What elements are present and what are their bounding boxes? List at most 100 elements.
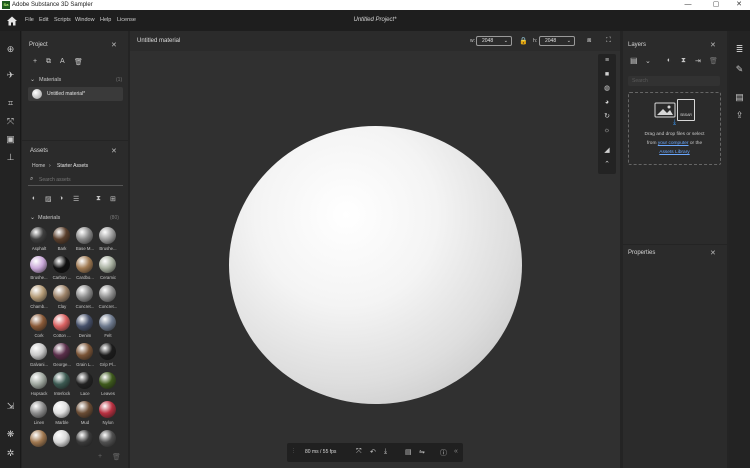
your-computer-link[interactable]: your computer <box>658 141 689 146</box>
material-tile[interactable]: Hopsack <box>28 372 50 400</box>
height-select[interactable]: 2048 ⌄ <box>539 36 575 46</box>
material-tile[interactable]: Mud <box>74 401 96 429</box>
material-tile[interactable]: Cork <box>28 314 50 342</box>
menu-icon[interactable]: ≡ <box>602 56 612 66</box>
material-tile[interactable]: Lace <box>74 372 96 400</box>
rocket-icon[interactable]: ✈ <box>5 70 16 81</box>
close-icon[interactable]: ✕ <box>710 41 716 49</box>
material-tile[interactable]: Brushe... <box>28 256 50 284</box>
material-tile[interactable]: Ceramic <box>97 256 119 284</box>
stamp-icon[interactable]: ⊥ <box>5 152 16 163</box>
split-view-icon[interactable]: ⇋ <box>419 448 425 456</box>
close-icon[interactable]: ✕ <box>111 147 117 155</box>
delete-icon[interactable]: 🗑 <box>709 57 718 65</box>
fullscreen-icon[interactable]: ⛶ <box>606 37 611 45</box>
material-tile[interactable]: Carbon ... <box>51 256 73 284</box>
plane-icon[interactable]: ◢ <box>602 146 612 156</box>
settings-icon[interactable]: ✲ <box>5 448 16 459</box>
home-icon[interactable] <box>6 15 18 27</box>
material-preview-sphere[interactable] <box>229 126 522 404</box>
filter-image-icon[interactable]: ▨ <box>45 195 52 203</box>
filter-material-icon[interactable]: ◐ <box>32 195 36 202</box>
import-icon[interactable]: ⇥ <box>695 57 701 65</box>
material-tile[interactable]: Felt <box>97 314 119 342</box>
delete-asset-icon[interactable]: 🗑 <box>112 453 121 461</box>
close-icon[interactable]: ✕ <box>710 249 716 257</box>
width-select[interactable]: 2048 ⌄ <box>476 36 512 46</box>
minimize-button[interactable]: — <box>677 0 699 10</box>
download-icon[interactable]: ⤓ <box>384 448 387 456</box>
material-tile[interactable]: Concret... <box>74 285 96 313</box>
render-icon[interactable]: ▤ <box>405 448 412 456</box>
material-tile[interactable]: Galvani... <box>28 343 50 371</box>
add-asset-icon[interactable]: + <box>98 453 102 460</box>
layer-stack-icon[interactable]: ▤ <box>630 56 638 65</box>
material-tile[interactable]: Interlock <box>51 372 73 400</box>
material-tile[interactable] <box>51 430 73 455</box>
collapse-left-icon[interactable]: « <box>454 448 458 455</box>
material-tile[interactable]: Nylon <box>97 401 119 429</box>
rotate-icon[interactable]: ↻ <box>602 112 612 122</box>
lock-icon[interactable]: 🔒 <box>519 37 528 45</box>
material-tile[interactable] <box>97 430 119 455</box>
drag-handle-icon[interactable]: ⋮ <box>291 448 296 454</box>
layers-search-input[interactable]: Search <box>628 76 720 86</box>
material-tile[interactable]: Leaves <box>97 372 119 400</box>
material-tile[interactable]: Marble <box>51 401 73 429</box>
close-icon[interactable]: ✕ <box>111 41 117 49</box>
layers-icon[interactable]: ≣ <box>734 44 745 55</box>
chevron-down-icon[interactable]: ⌄ <box>30 214 35 221</box>
close-window-button[interactable]: ✕ <box>728 0 750 10</box>
share-icon[interactable]: ⇪ <box>734 110 745 121</box>
drop-zone[interactable]: SBSAR ⤓ Drag and drop files or select fr… <box>628 92 721 165</box>
material-tile[interactable]: Clay <box>51 285 73 313</box>
info-icon[interactable]: ⓘ <box>440 448 447 458</box>
chevron-down-icon[interactable]: ⌄ <box>645 57 651 65</box>
maximize-button[interactable]: ▢ <box>705 0 727 10</box>
rename-icon[interactable]: A <box>60 58 65 65</box>
export-icon[interactable]: ⇲ <box>5 401 16 412</box>
sphere-icon[interactable]: ◕ <box>602 98 612 108</box>
menu-license[interactable]: License <box>117 17 136 23</box>
document-icon[interactable]: ▤ <box>734 92 745 103</box>
add-icon[interactable]: + <box>33 58 37 65</box>
material-tile[interactable]: Bark <box>51 227 73 255</box>
transform-icon[interactable]: ⤧ <box>5 116 16 127</box>
collapse-icon[interactable]: ⌃ <box>602 160 612 170</box>
material-tile[interactable]: Denim <box>74 314 96 342</box>
breadcrumb-home[interactable]: Home <box>32 163 45 169</box>
filter-icon[interactable]: ⧗ <box>681 57 686 65</box>
duplicate-icon[interactable]: ⧉ <box>46 58 51 66</box>
filter-options-icon[interactable]: ⧗ <box>96 195 101 203</box>
camera-icon[interactable]: ■ <box>602 70 612 80</box>
paint-icon[interactable]: ◐ <box>667 57 671 64</box>
material-tile[interactable] <box>74 430 96 455</box>
menu-help[interactable]: Help <box>100 17 111 23</box>
frame-icon[interactable]: ▣ <box>5 134 16 145</box>
material-tile[interactable]: George... <box>51 343 73 371</box>
filter-environment-icon[interactable]: ◑ <box>59 195 63 202</box>
material-tile[interactable]: Concret... <box>97 285 119 313</box>
material-tile[interactable]: Brushe... <box>97 227 119 255</box>
material-tile[interactable]: Grain L... <box>74 343 96 371</box>
brush-icon[interactable]: ✎ <box>734 64 745 75</box>
menu-file[interactable]: File <box>25 17 34 23</box>
material-tile[interactable] <box>28 430 50 455</box>
chevron-down-icon[interactable]: ⌄ <box>30 76 35 83</box>
search-input[interactable]: ⌕ Search assets <box>28 174 123 186</box>
community-icon[interactable]: ❋ <box>5 429 16 440</box>
view-mode-icon[interactable]: ⧈ <box>587 37 591 45</box>
delete-icon[interactable]: 🗑 <box>74 58 83 66</box>
globe-icon[interactable]: ◍ <box>602 84 612 94</box>
menu-edit[interactable]: Edit <box>39 17 48 23</box>
menu-window[interactable]: Window <box>75 17 95 23</box>
viewport[interactable]: Untitled material w: 2048 ⌄ 🔒 h: 2048 ⌄ … <box>130 31 620 468</box>
material-tile[interactable]: Grip Pl... <box>97 343 119 371</box>
material-tile[interactable]: Cotton ... <box>51 314 73 342</box>
fit-icon[interactable]: ⤧ <box>356 448 362 456</box>
add-circle-icon[interactable]: ⊕ <box>5 44 16 55</box>
material-tile[interactable]: Cardbo... <box>74 256 96 284</box>
material-tile[interactable]: Chamb... <box>28 285 50 313</box>
material-tile[interactable]: Base M... <box>74 227 96 255</box>
filter-list-icon[interactable]: ☰ <box>73 195 79 203</box>
